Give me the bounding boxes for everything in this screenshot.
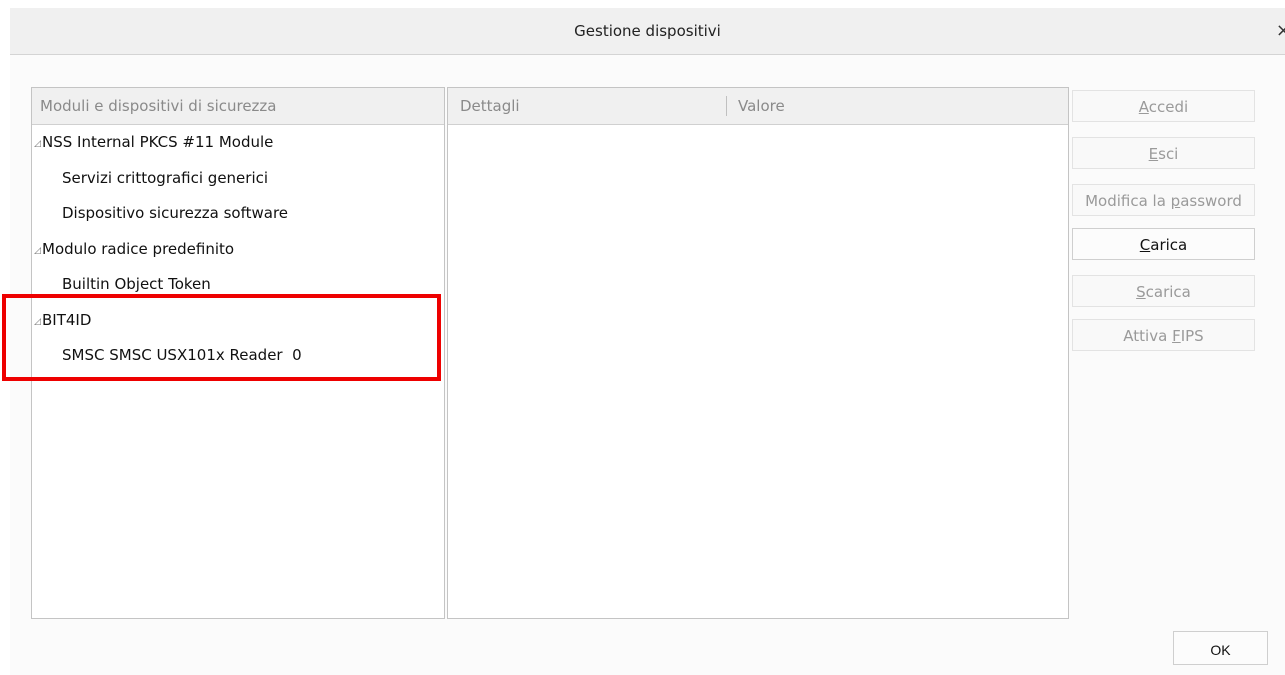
tree-item-bit4id[interactable]: ◿BIT4ID — [32, 303, 444, 339]
logout-button[interactable]: Esci — [1072, 137, 1255, 169]
tree-item-label: Builtin Object Token — [62, 275, 211, 293]
tree-item-label: Dispositivo sicurezza software — [62, 204, 289, 222]
unload-button[interactable]: Scarica — [1072, 275, 1255, 307]
tree-item-label: Servizi crittografici generici — [62, 168, 269, 187]
expand-triangle-icon[interactable]: ◿ — [34, 127, 42, 163]
title-bar: Gestione dispositivi × — [10, 8, 1285, 55]
tree-item-nss-module[interactable]: ◿NSS Internal PKCS #11 Module — [32, 125, 444, 161]
load-button[interactable]: Carica — [1072, 228, 1255, 260]
ok-button[interactable]: OK — [1173, 631, 1268, 665]
tree-item-software-security-device[interactable]: Dispositivo sicurezza software — [32, 196, 444, 232]
column-header-value[interactable]: Valore — [738, 88, 785, 124]
expand-triangle-icon[interactable]: ◿ — [34, 234, 42, 270]
security-modules-tree[interactable]: Moduli e dispositivi di sicurezza ◿NSS I… — [31, 87, 445, 619]
expand-triangle-icon[interactable]: ◿ — [34, 305, 42, 341]
tree-item-root-module[interactable]: ◿Modulo radice predefinito — [32, 232, 444, 268]
window-title: Gestione dispositivi — [574, 22, 721, 40]
tree-item-smsc-reader[interactable]: SMSC SMSC USX101x Reader 0 — [32, 338, 444, 374]
tree-item-label: Modulo radice predefinito — [42, 239, 235, 258]
tree-item-label: SMSC SMSC USX101x Reader 0 — [62, 346, 302, 364]
details-table[interactable]: Dettagli Valore — [447, 87, 1069, 619]
details-header: Dettagli Valore — [448, 88, 1068, 125]
tree-item-builtin-token[interactable]: Builtin Object Token — [32, 267, 444, 303]
column-header-details[interactable]: Dettagli — [460, 88, 520, 124]
tree-header[interactable]: Moduli e dispositivi di sicurezza — [32, 88, 444, 125]
enable-fips-button[interactable]: Attiva FIPS — [1072, 319, 1255, 351]
column-separator[interactable] — [726, 96, 727, 116]
tree-item-label: NSS Internal PKCS #11 Module — [42, 133, 274, 151]
close-icon[interactable]: × — [1276, 20, 1285, 41]
login-button[interactable]: Accedi — [1072, 90, 1255, 122]
tree-item-generic-crypto[interactable]: Servizi crittografici generici — [32, 161, 444, 197]
change-password-button[interactable]: Modifica la password — [1072, 184, 1255, 216]
tree-item-label: BIT4ID — [42, 310, 92, 329]
device-manager-dialog: Gestione dispositivi × Moduli e disposit… — [10, 8, 1285, 675]
